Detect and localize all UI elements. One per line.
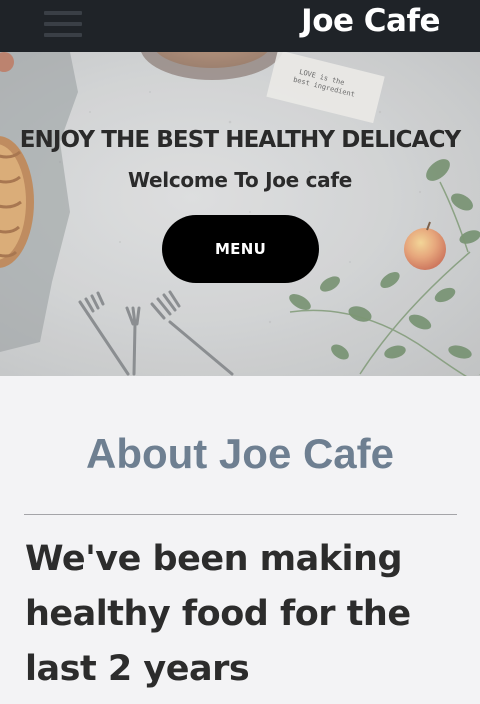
hero-background-image: LOVE is the best ingredient bbox=[0, 52, 480, 376]
about-section: About Joe Cafe We've been making healthy… bbox=[0, 376, 480, 704]
hamburger-line bbox=[44, 11, 82, 15]
top-navbar: Joe Cafe bbox=[0, 0, 480, 52]
section-divider bbox=[24, 514, 457, 515]
menu-button[interactable]: MENU bbox=[162, 215, 319, 283]
about-description: We've been making healthy food for the l… bbox=[25, 539, 411, 689]
hero-subtitle: Welcome To Joe cafe bbox=[127, 168, 353, 192]
hamburger-line bbox=[44, 33, 82, 37]
hamburger-line bbox=[44, 22, 82, 26]
brand-logo-text[interactable]: Joe Cafe bbox=[301, 3, 440, 39]
hero-section: LOVE is the best ingredient ENJOY THE BE… bbox=[0, 52, 480, 376]
hamburger-menu-icon[interactable] bbox=[44, 9, 84, 37]
hero-title: ENJOY THE BEST HEALTHY DELICACY bbox=[19, 127, 462, 153]
about-heading: About Joe Cafe bbox=[85, 430, 395, 477]
page: Joe Cafe LOVE is the best ingredient ENJ… bbox=[0, 0, 480, 704]
